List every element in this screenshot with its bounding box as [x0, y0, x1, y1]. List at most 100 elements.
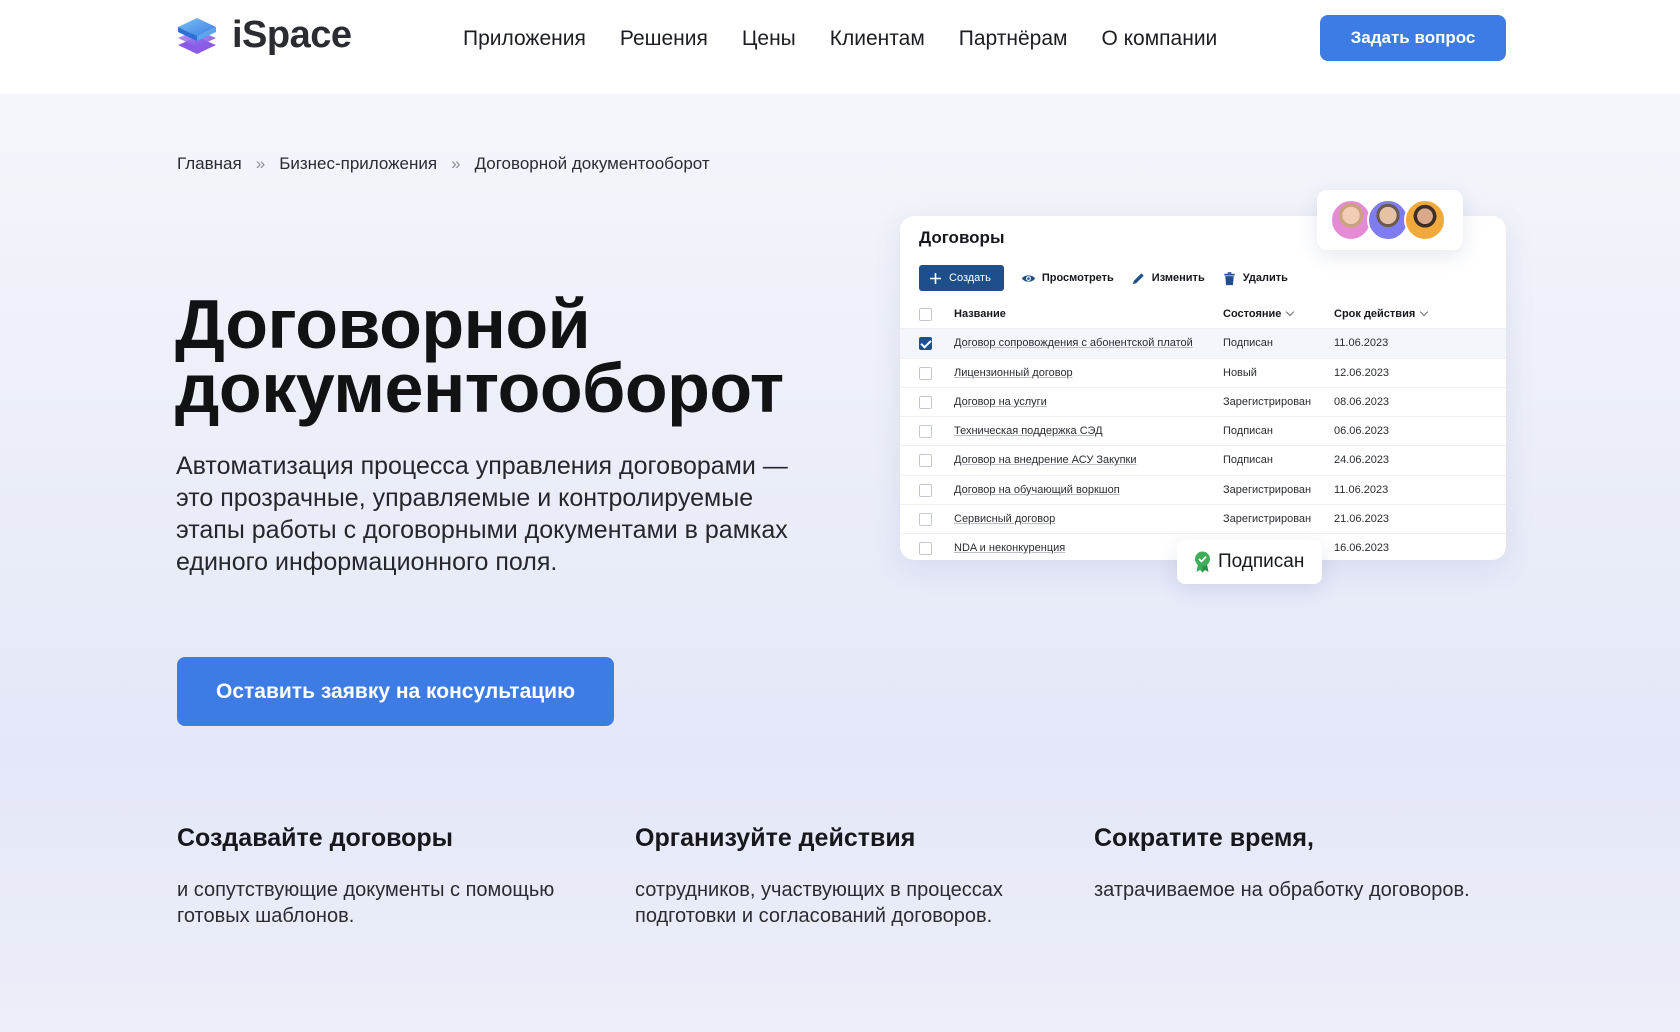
feature-text: затрачиваемое на обработку договоров.	[1094, 879, 1470, 901]
page-title: Договорной документооборот	[175, 289, 875, 423]
feature-save-time: Сократите время, затрачиваемое на обрабо…	[1094, 824, 1524, 903]
contracts-app-preview: Договоры Создать Просмотреть Изменить Уд…	[900, 216, 1506, 560]
contract-date: 11.06.2023	[1334, 483, 1389, 496]
row-checkbox[interactable]	[919, 337, 932, 351]
select-all-checkbox[interactable]	[919, 308, 932, 321]
column-header-state[interactable]: Состояние	[1223, 307, 1295, 320]
contract-date: 11.06.2023	[1334, 337, 1389, 350]
delete-button-label: Удалить	[1242, 272, 1288, 284]
certificate-icon	[1195, 551, 1210, 573]
contract-state: Подписан	[1223, 425, 1273, 438]
team-avatars	[1317, 190, 1463, 250]
view-button[interactable]: Просмотреть	[1021, 271, 1114, 286]
nav-item-apps[interactable]: Приложения	[463, 24, 586, 54]
contract-date: 16.06.2023	[1334, 542, 1390, 555]
contract-date: 06.06.2023	[1334, 425, 1390, 438]
contract-name[interactable]: Техническая поддержка СЭД	[954, 425, 1103, 437]
row-checkbox[interactable]	[919, 425, 932, 439]
contract-date: 08.06.2023	[1334, 395, 1390, 408]
page-title-line2: документооборот	[175, 349, 784, 427]
breadcrumb-current: Договорной документооборот	[474, 154, 710, 173]
contract-state: Зарегистрирован	[1223, 513, 1312, 526]
breadcrumb-home[interactable]: Главная	[177, 154, 242, 174]
row-checkbox[interactable]	[919, 513, 932, 527]
table-row[interactable]: Лицензионный договор Новый 12.06.2023	[900, 359, 1506, 388]
nav-item-partners[interactable]: Партнёрам	[959, 24, 1068, 54]
column-header-date-label: Срок действия	[1334, 308, 1416, 320]
row-checkbox[interactable]	[919, 454, 932, 468]
trash-icon	[1224, 271, 1235, 285]
feature-title: Организуйте действия	[635, 824, 916, 852]
breadcrumb: Главная » Бизнес-приложения » Договорной…	[177, 154, 710, 174]
edit-button[interactable]: Изменить	[1131, 271, 1205, 286]
chevron-down-icon	[1420, 307, 1429, 317]
contract-state: Подписан	[1223, 337, 1273, 350]
row-checkbox[interactable]	[919, 395, 932, 409]
plus-icon	[930, 272, 941, 284]
contract-date: 21.06.2023	[1334, 513, 1390, 526]
ask-question-button[interactable]: Задать вопрос	[1320, 15, 1506, 61]
row-checkbox[interactable]	[919, 366, 932, 380]
contract-date: 12.06.2023	[1334, 366, 1390, 379]
feature-text: сотрудников, участвующих в процессах под…	[635, 879, 1003, 927]
contract-name[interactable]: NDA и неконкуренция	[954, 542, 1065, 554]
view-button-label: Просмотреть	[1041, 272, 1114, 284]
column-header-name[interactable]: Название	[954, 308, 1006, 320]
contract-name[interactable]: Договор на обучающий воркшоп	[954, 484, 1120, 496]
contract-name[interactable]: Договор на внедрение АСУ Закупки	[954, 454, 1137, 466]
table-row[interactable]: Договор на внедрение АСУ Закупки Подписа…	[900, 446, 1506, 476]
logo[interactable]: iSpace	[176, 14, 352, 57]
logo-text: iSpace	[232, 14, 352, 56]
status-badge-label: Подписан	[1218, 551, 1305, 572]
table-row[interactable]: Договор на услуги Зарегистрирован 08.06.…	[900, 388, 1506, 418]
feature-title: Сократите время,	[1094, 824, 1314, 852]
avatar	[1367, 199, 1409, 241]
table-header-row: Название Состояние Срок действия	[900, 300, 1506, 330]
column-header-state-label: Состояние	[1223, 308, 1282, 320]
table-row[interactable]: Договор сопровождения с абонентской плат…	[900, 329, 1506, 359]
nav-item-about[interactable]: О компании	[1101, 24, 1217, 54]
consultation-request-button[interactable]: Оставить заявку на консультацию	[177, 657, 614, 726]
row-checkbox[interactable]	[919, 542, 932, 556]
contract-date: 24.06.2023	[1334, 454, 1390, 467]
avatar	[1330, 199, 1372, 241]
contract-state: Зарегистрирован	[1223, 483, 1312, 496]
feature-text: и сопутствующие документы с помощью гото…	[177, 879, 555, 927]
create-button[interactable]: Создать	[919, 265, 1004, 291]
avatar	[1404, 199, 1446, 241]
contracts-card-title: Договоры	[919, 228, 1005, 247]
contract-name[interactable]: Договор на услуги	[954, 396, 1047, 408]
column-header-date[interactable]: Срок действия	[1334, 307, 1429, 320]
nav-item-solutions[interactable]: Решения	[620, 24, 708, 54]
signed-status-badge: Подписан	[1177, 540, 1322, 584]
contract-name[interactable]: Лицензионный договор	[954, 367, 1073, 379]
site-header: iSpace Приложения Решения Цены Клиентам …	[0, 0, 1680, 94]
contracts-table: Название Состояние Срок действия Договор…	[900, 300, 1506, 560]
breadcrumb-separator: »	[255, 154, 266, 173]
nav-item-clients[interactable]: Клиентам	[830, 24, 925, 54]
table-row[interactable]: Сервисный договор Зарегистрирован 21.06.…	[900, 505, 1506, 535]
pencil-icon	[1132, 272, 1144, 284]
table-row[interactable]: Техническая поддержка СЭД Подписан 06.06…	[900, 417, 1506, 447]
chevron-down-icon	[1286, 307, 1295, 317]
edit-button-label: Изменить	[1151, 272, 1205, 284]
main-nav: Приложения Решения Цены Клиентам Партнёр…	[463, 24, 1217, 54]
row-checkbox[interactable]	[919, 483, 932, 497]
hero-subtitle: Автоматизация процесса управления догово…	[176, 452, 788, 576]
table-row[interactable]: Договор на обучающий воркшоп Зарегистрир…	[900, 476, 1506, 506]
breadcrumb-business-apps[interactable]: Бизнес-приложения	[279, 154, 437, 174]
contract-name[interactable]: Сервисный договор	[954, 513, 1055, 525]
eye-icon	[1021, 274, 1035, 282]
breadcrumb-separator: »	[451, 154, 461, 173]
contract-name[interactable]: Договор сопровождения с абонентской плат…	[954, 337, 1193, 349]
logo-icon	[178, 17, 216, 54]
feature-title: Создавайте договоры	[177, 824, 454, 852]
delete-button[interactable]: Удалить	[1222, 271, 1288, 286]
feature-create: Создавайте договоры и сопутствующие доку…	[177, 824, 607, 929]
contract-state: Подписан	[1223, 454, 1273, 467]
create-button-label: Создать	[949, 272, 991, 284]
contract-state: Новый	[1223, 366, 1257, 379]
contracts-toolbar: Создать Просмотреть Изменить Удалить	[919, 265, 1288, 291]
feature-organize: Организуйте действия сотрудников, участв…	[635, 824, 1065, 929]
nav-item-prices[interactable]: Цены	[742, 24, 796, 54]
